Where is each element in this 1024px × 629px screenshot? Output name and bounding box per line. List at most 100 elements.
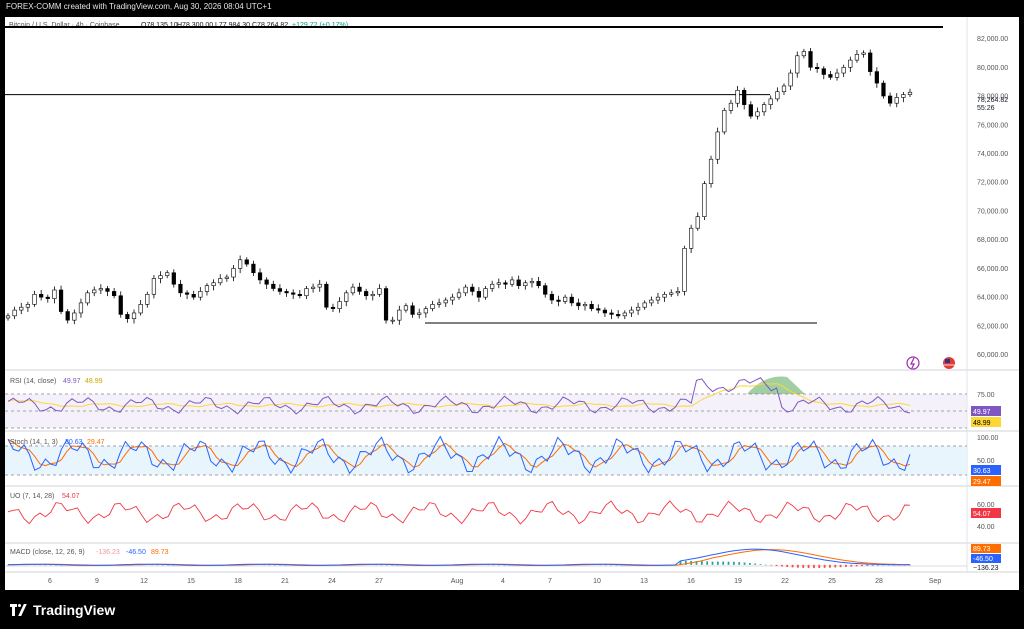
candle-body (244, 259, 249, 265)
candle-body (907, 91, 913, 95)
rsi-ma-value: 48.99 (85, 378, 103, 385)
candle-body (476, 291, 481, 298)
candle-body (112, 291, 117, 297)
candle-body (211, 282, 216, 286)
macd-hist-bar (754, 563, 757, 565)
uo-tick-40: 40.00 (977, 524, 995, 531)
candle-body (781, 85, 787, 93)
candle-body (231, 268, 236, 278)
candle-body (78, 302, 84, 314)
us-flag-icon[interactable] (943, 357, 955, 369)
date-tick: 9 (95, 578, 99, 585)
candle-body (65, 311, 70, 321)
candle-body (655, 296, 661, 301)
macd-hist-bar (700, 561, 703, 565)
candle-body (171, 272, 176, 285)
date-axis: 6 9 12 15 18 21 24 27 Aug 4 7 10 13 16 19 22 25 28 Sep (48, 578, 941, 585)
candle-body (397, 309, 402, 321)
candle-body (662, 293, 667, 298)
candle-body (324, 283, 329, 308)
macd-hist-bar (156, 564, 159, 566)
candle-body (310, 286, 316, 289)
date-tick: 21 (281, 578, 289, 585)
uo-title: UO (7, 14, 28) (10, 493, 54, 500)
candle-body (271, 283, 276, 289)
macd-hist-bar (861, 564, 863, 567)
macd-hist-bar (797, 564, 799, 568)
date-tick: 6 (48, 578, 52, 585)
macd-hist-bar (706, 561, 709, 565)
candle-body (516, 279, 521, 286)
candle-body (178, 283, 183, 294)
candle-body (635, 306, 641, 311)
candle-body (5, 315, 11, 319)
candle-body (291, 292, 296, 295)
uo-tick-60: 60.00 (977, 502, 995, 509)
candle-body (297, 293, 302, 297)
macd-hist-bar (716, 561, 719, 565)
date-tick: 4 (501, 578, 505, 585)
candle-body (556, 299, 561, 302)
candle-body (25, 304, 30, 308)
stoch-k-tag: 30.63 (973, 468, 991, 475)
macd-hist-bar (823, 564, 826, 568)
candle-body (52, 289, 57, 299)
candle-body (543, 285, 548, 295)
candle-body (218, 278, 223, 284)
candle-body (19, 306, 24, 311)
macd-hist-bar (781, 564, 783, 567)
candle-body (357, 286, 362, 292)
macd-hist-bar (866, 564, 869, 566)
tradingview-logo[interactable]: TradingView (10, 600, 115, 620)
candle-body (569, 296, 574, 304)
macd-hist-bar (770, 564, 773, 566)
candle-body (32, 293, 37, 305)
macd-hist-bar (877, 564, 879, 566)
macd-hist-bar (850, 564, 853, 567)
price-tick: 72,000.00 (977, 180, 1008, 187)
candle-body (12, 309, 17, 317)
candle-body (669, 292, 674, 295)
candle-body (403, 305, 409, 311)
candle-body (344, 292, 349, 302)
candle-body (423, 308, 428, 314)
candle-body (722, 110, 727, 133)
publisher-header: FOREX-COMM created with TradingView.com,… (6, 2, 272, 11)
candle-body (39, 293, 44, 298)
macd-hist-bar (727, 561, 730, 565)
lightning-icon[interactable] (906, 356, 920, 370)
candle-body (337, 301, 342, 309)
macd-hist-bar (807, 564, 810, 569)
macd-hist-bar (44, 564, 47, 566)
candle-body (808, 51, 813, 68)
candle-body (861, 52, 866, 55)
candle-body (251, 263, 256, 274)
candle-body (589, 304, 594, 309)
candle-body (841, 66, 846, 74)
price-tick: 64,000.00 (977, 295, 1008, 302)
chart-area[interactable]: Bitcoin / U.S. Dollar · 4h · Coinbase O7… (5, 17, 1019, 590)
candle-body (602, 309, 608, 314)
candle-body (795, 55, 800, 74)
chart-canvas[interactable]: Bitcoin / U.S. Dollar · 4h · Coinbase O7… (5, 17, 1019, 590)
candle-body (622, 312, 627, 317)
stoch-tick-100: 100.00 (977, 435, 999, 442)
uo-value: 54.07 (62, 493, 80, 500)
stoch-d-value: 29.47 (87, 439, 105, 446)
candle-body (364, 291, 369, 297)
candle-body (85, 292, 90, 304)
candle-body (888, 95, 893, 104)
stoch-tick-50: 50.00 (977, 458, 995, 465)
candle-body (390, 319, 395, 322)
candle-body (98, 288, 103, 291)
macd-hist-bar (743, 562, 746, 565)
macd-hist-bar (813, 564, 815, 569)
date-tick: 10 (593, 578, 601, 585)
candle-body (350, 286, 355, 294)
candle-body (549, 293, 554, 301)
chart-screenshot: FOREX-COMM created with TradingView.com,… (0, 0, 1024, 629)
candle-body (576, 302, 581, 307)
candle-body (874, 71, 879, 84)
candle-body (708, 158, 714, 184)
date-tick: Sep (929, 578, 942, 585)
